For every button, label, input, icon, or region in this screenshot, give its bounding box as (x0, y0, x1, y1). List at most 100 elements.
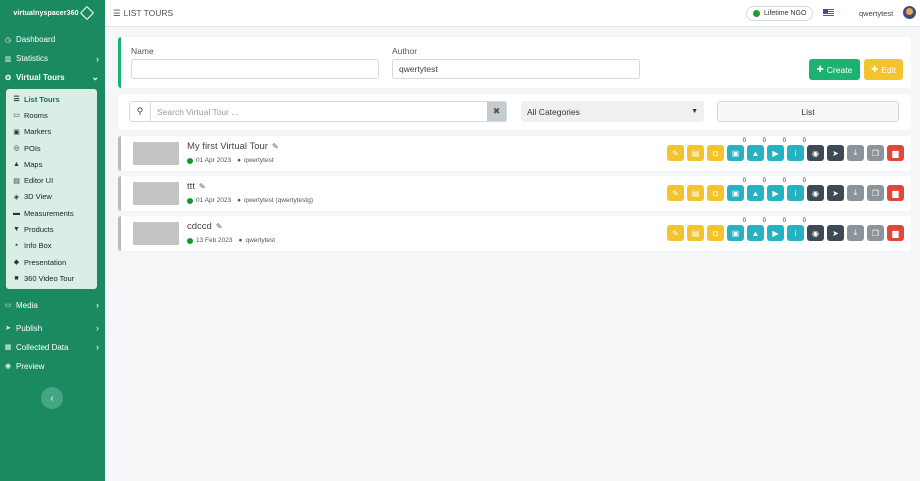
sidebar-item-virtual-tours[interactable]: ✪ Virtual Tours ⌄ (0, 68, 105, 87)
gallery-button[interactable]: ▲ 0 (747, 178, 766, 201)
info-button[interactable]: i0 (787, 218, 806, 241)
edit-button[interactable]: ✚ Edit (864, 59, 903, 80)
preview-button[interactable]: ◉ (807, 185, 824, 201)
gallery-button[interactable]: ▲ 0 (747, 138, 766, 161)
maps-button[interactable]: ▣ 0 (727, 218, 746, 241)
delete-button[interactable]: ▆ (887, 145, 904, 161)
tour-name-text: My first Virtual Tour (187, 141, 268, 152)
tour-row[interactable]: cdccd ✎ 13 Feb 2023 ● qwertytest ✎ ▤ ◘ ▣… (118, 216, 911, 251)
send-icon: ➤ (832, 148, 839, 158)
publish-button[interactable]: ➤ (827, 145, 844, 161)
chevron-right-icon: › (96, 300, 99, 311)
count-badge: 0 (762, 178, 766, 184)
sidebar-item-info-box[interactable]: ▪ Info Box (6, 238, 97, 254)
sidebar-collapse-button[interactable]: ‹ (41, 387, 63, 409)
create-button[interactable]: ✚ Create (809, 59, 860, 80)
name-field[interactable] (131, 59, 379, 79)
video-button[interactable]: ▶ 0 (767, 138, 786, 161)
markers-button[interactable]: ◘ (707, 225, 724, 241)
sidebar-item-presentation[interactable]: ◆ Presentation (6, 254, 97, 270)
media-icon: ▭ (4, 302, 12, 310)
cube-icon: ◈ (13, 193, 20, 201)
edit-tour-button[interactable]: ✎ (667, 225, 684, 241)
duplicate-button[interactable]: ❐ (867, 225, 884, 241)
sidebar-item-label: Collected Data (16, 342, 69, 352)
delete-button[interactable]: ▆ (887, 185, 904, 201)
author-field[interactable]: qwertytest (392, 59, 640, 79)
brand-logo[interactable]: virtualnyspacer360 (0, 0, 105, 26)
sidebar-item-pois[interactable]: ◎ POIs (6, 140, 97, 156)
sidebar-item-products[interactable]: ▼ Products (6, 221, 97, 237)
duplicate-button[interactable]: ❐ (867, 145, 884, 161)
sidebar-item-media[interactable]: ▭ Media › (0, 296, 105, 315)
gallery-button[interactable]: ▲ 0 (747, 218, 766, 241)
edit-tour-button[interactable]: ✎ (667, 185, 684, 201)
sidebar-item-rooms[interactable]: ▭ Rooms (6, 107, 97, 123)
maps-button[interactable]: ▣ 0 (727, 138, 746, 161)
count-badge: 0 (782, 138, 786, 144)
tour-row[interactable]: ttt ✎ 01 Apr 2023 ● qwertytest (qwertyte… (118, 176, 911, 211)
markers-button[interactable]: ◘ (707, 185, 724, 201)
database-icon: ▦ (4, 344, 12, 352)
chevron-right-icon: › (96, 323, 99, 334)
video-button[interactable]: ▶ 0 (767, 178, 786, 201)
eye-icon: ◉ (4, 363, 12, 371)
video-button[interactable]: ▶ 0 (767, 218, 786, 241)
maps-button[interactable]: ▣ 0 (727, 178, 746, 201)
publish-button[interactable]: ➤ (827, 225, 844, 241)
sidebar-item-measurements[interactable]: ▬ Measurements (6, 205, 97, 221)
sidebar-item-markers[interactable]: ▣ Markers (6, 124, 97, 140)
tour-row[interactable]: My first Virtual Tour ✎ 01 Apr 2023 ● qw… (118, 136, 911, 171)
sidebar-item-3d-view[interactable]: ◈ 3D View (6, 189, 97, 205)
sidebar-item-statistics[interactable]: ▥ Statistics › (0, 49, 105, 68)
sidebar-item-maps[interactable]: ▲ Maps (6, 156, 97, 172)
download-button[interactable]: ⤓ (847, 225, 864, 241)
sidebar-item-360-video-tour[interactable]: ■ 360 Video Tour (6, 270, 97, 286)
sidebar-item-label: Info Box (24, 241, 52, 251)
download-button[interactable]: ⤓ (847, 185, 864, 201)
user-icon: ● (238, 237, 243, 244)
info-button[interactable]: i0 (787, 178, 806, 201)
copy-icon: ❐ (871, 148, 880, 158)
edit-icon: ✎ (672, 188, 679, 198)
sidebar-item-dashboard[interactable]: ◷ Dashboard (0, 30, 105, 49)
tour-thumbnail[interactable] (133, 182, 179, 205)
search-input[interactable]: Search Virtual Tour ... (151, 102, 487, 121)
sidebar-item-publish[interactable]: ➤ Publish › (0, 319, 105, 338)
chevron-down-icon: ⌄ (91, 72, 99, 82)
eye-icon: ◉ (812, 228, 819, 238)
map-icon: ▣ (731, 188, 740, 198)
pencil-icon[interactable]: ✎ (199, 182, 206, 191)
download-button[interactable]: ⤓ (847, 145, 864, 161)
delete-button[interactable]: ▆ (887, 225, 904, 241)
tour-thumbnail[interactable] (133, 222, 179, 245)
view-mode-button[interactable]: List (717, 101, 899, 122)
rooms-button[interactable]: ▤ (687, 145, 704, 161)
info-button[interactable]: i0 (787, 138, 806, 161)
tour-thumbnail[interactable] (133, 142, 179, 165)
rooms-button[interactable]: ▤ (687, 225, 704, 241)
markers-button[interactable]: ◘ (707, 145, 724, 161)
sidebar-item-list-tours[interactable]: ☰ List Tours (6, 91, 97, 107)
edit-tour-button[interactable]: ✎ (667, 145, 684, 161)
plan-badge[interactable]: Lifetime NGO (746, 6, 814, 21)
sidebar-item-editor-ui[interactable]: ▤ Editor UI (6, 172, 97, 188)
user-icon: ● (237, 157, 241, 164)
clear-search-button[interactable]: ✖ (487, 102, 506, 121)
download-icon: ⤓ (853, 228, 858, 237)
us-flag-icon[interactable] (823, 9, 834, 17)
edit-icon: ✎ (672, 228, 679, 238)
sidebar-item-collected-data[interactable]: ▦ Collected Data › (0, 338, 105, 357)
duplicate-button[interactable]: ❐ (867, 185, 884, 201)
preview-button[interactable]: ◉ (807, 225, 824, 241)
avatar[interactable] (903, 6, 916, 19)
username[interactable]: qwertytest (859, 9, 893, 18)
sidebar-item-preview[interactable]: ◉ Preview (0, 357, 105, 376)
category-select[interactable]: All Categories ▼ (521, 101, 704, 122)
preview-button[interactable]: ◉ (807, 145, 824, 161)
pencil-icon[interactable]: ✎ (216, 222, 223, 231)
search-icon[interactable]: ⚲ (130, 102, 151, 121)
publish-button[interactable]: ➤ (827, 185, 844, 201)
pencil-icon[interactable]: ✎ (272, 142, 279, 151)
rooms-button[interactable]: ▤ (687, 185, 704, 201)
